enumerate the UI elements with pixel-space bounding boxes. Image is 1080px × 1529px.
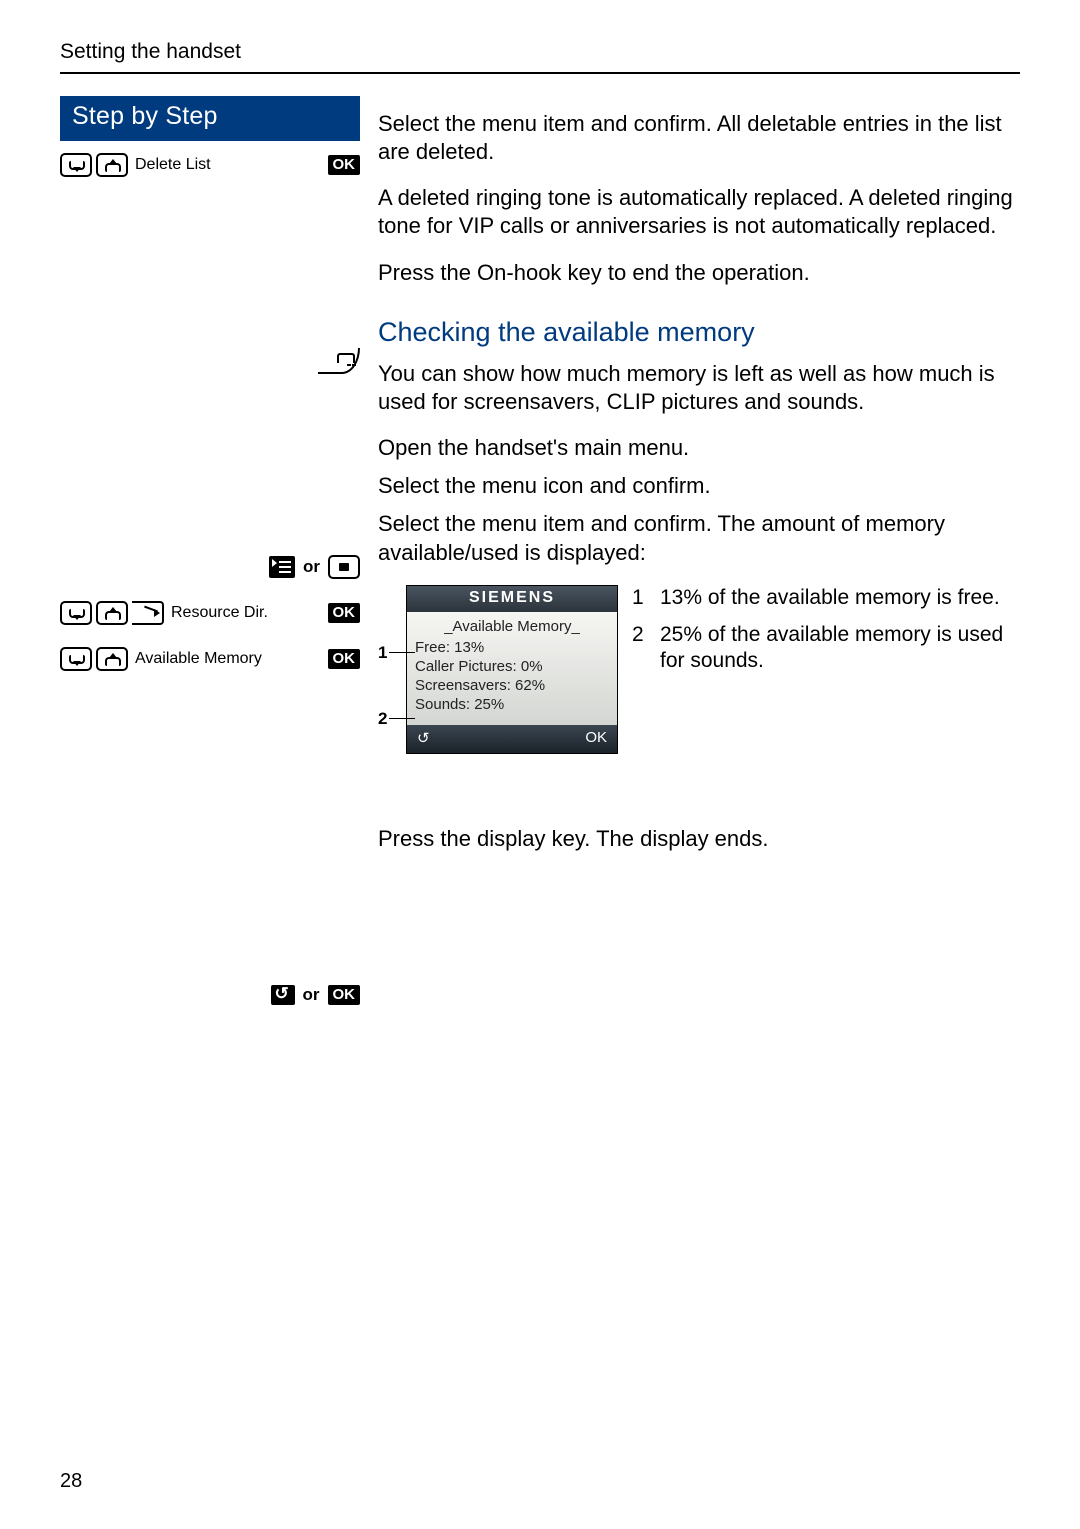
mem-caller-pictures: Caller Pictures: 0% (415, 658, 609, 675)
legend-num: 1 (632, 585, 648, 612)
label-available-memory: Available Memory (132, 650, 265, 668)
nav-down-icon (60, 601, 92, 625)
phone-screen-title: _Available Memory_ (415, 618, 609, 635)
or-text: or (299, 557, 324, 577)
ok-badge: OK (328, 603, 361, 623)
onhook-icon (318, 348, 360, 374)
nav-up-icon (96, 647, 128, 671)
mem-screensavers: Screensavers: 62% (415, 677, 609, 694)
step-title: Step by Step (60, 96, 360, 139)
row-available-memory: Available Memory OK (60, 635, 360, 681)
legend-text: 13% of the available memory is free. (660, 585, 1000, 612)
para-delete-confirm: Select the menu item and confirm. All de… (378, 110, 1020, 166)
softkey-ok: OK (585, 729, 607, 747)
running-header: Setting the handset (60, 40, 1020, 74)
label-resource-dir: Resource Dir. (168, 604, 271, 622)
row-menu-or-center: or (60, 543, 360, 589)
softkey-back-icon: ↺ (417, 729, 430, 747)
ok-badge: OK (328, 985, 361, 1005)
mem-sounds: Sounds: 25% (415, 696, 609, 713)
nav-down-icon (60, 153, 92, 177)
nav-up-icon (96, 601, 128, 625)
para-memory-intro: You can show how much memory is left as … (378, 360, 1020, 416)
label-delete-list: Delete List (132, 156, 214, 174)
para-ringtone-note: A deleted ringing tone is automatically … (378, 184, 1020, 240)
menu-icon (269, 556, 295, 578)
nav-up-icon (96, 153, 128, 177)
ok-badge: OK (328, 155, 361, 175)
heading-memory: Checking the available memory (378, 317, 1020, 348)
para-display-key: Press the display key. The display ends. (378, 825, 1020, 853)
phone-screen: SIEMENS _Available Memory_ Free: 13% Cal… (406, 585, 618, 754)
pointer-icon (132, 601, 164, 625)
or-text: or (299, 985, 324, 1005)
leader-1: 1 (378, 643, 387, 663)
para-select-item: Select the menu item and confirm. The am… (378, 510, 1020, 566)
row-onhook (60, 337, 360, 383)
row-delete-list: Delete List OK (60, 141, 360, 187)
row-resource-dir: Resource Dir. OK (60, 589, 360, 635)
main-content: Select the menu item and confirm. All de… (360, 96, 1020, 1017)
center-key-icon (328, 555, 360, 579)
para-select-icon: Select the menu icon and confirm. (378, 472, 1020, 500)
para-onhook: Press the On-hook key to end the operati… (378, 259, 1020, 287)
nav-down-icon (60, 647, 92, 671)
phone-figure: 1 2 SIEMENS _Available Memory_ Free: 13%… (378, 585, 1020, 775)
legend-text: 25% of the available memory is used for … (660, 622, 1020, 676)
legend-num: 2 (632, 622, 648, 676)
leader-2: 2 (378, 709, 387, 729)
ok-badge: OK (328, 649, 361, 669)
para-open-menu: Open the handset's main menu. (378, 434, 1020, 462)
legend: 1 13% of the available memory is free. 2… (632, 585, 1020, 686)
back-icon (271, 985, 295, 1005)
mem-free: Free: 13% (415, 639, 609, 656)
legend-item: 2 25% of the available memory is used fo… (632, 622, 1020, 676)
step-sidebar: Step by Step Delete List OK (60, 96, 360, 1017)
page-number: 28 (60, 1470, 82, 1493)
phone-brand: SIEMENS (407, 586, 617, 612)
legend-item: 1 13% of the available memory is free. (632, 585, 1020, 612)
row-back-or-ok: or OK (60, 971, 360, 1017)
